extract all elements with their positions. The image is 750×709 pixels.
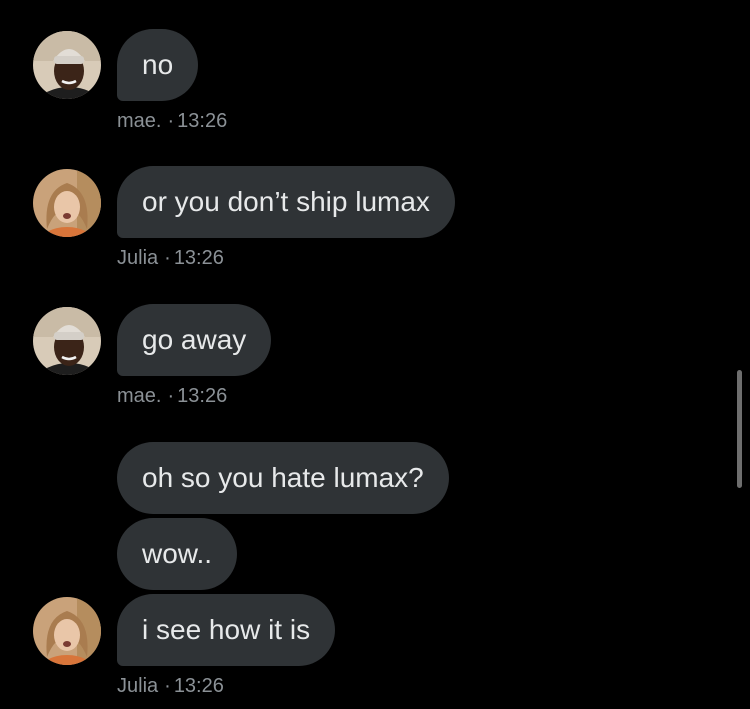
message-meta: Julia · 13:26 <box>117 247 224 270</box>
sender-name[interactable]: mae. <box>117 110 161 132</box>
meta-separator: · <box>164 675 171 697</box>
message-meta: mae. · 13:26 <box>117 385 227 408</box>
message-text: i see how it is <box>142 614 311 645</box>
message-meta: mae. · 13:26 <box>117 110 227 133</box>
sender-name[interactable]: Julia <box>117 675 158 697</box>
meta-separator: · <box>167 110 175 132</box>
message-bubble[interactable]: go away <box>117 304 272 376</box>
avatar-mae[interactable] <box>33 31 101 99</box>
avatar-mae[interactable] <box>33 307 101 375</box>
message-meta: Julia · 13:26 <box>117 675 224 698</box>
message-bubble[interactable]: or you don’t ship lumax <box>117 166 455 238</box>
message-text: go away <box>142 324 247 355</box>
meta-separator: · <box>167 385 175 407</box>
message-text: wow.. <box>142 538 213 569</box>
message-bubble[interactable]: wow.. <box>117 518 238 590</box>
message-bubble[interactable]: oh so you hate lumax? <box>117 442 449 514</box>
sender-name[interactable]: Julia <box>117 247 158 269</box>
message-time: 13:26 <box>177 385 228 407</box>
message-text: no <box>142 49 174 80</box>
message-text: oh so you hate lumax? <box>142 462 424 493</box>
message-time: 13:26 <box>173 247 224 269</box>
message-bubble[interactable]: i see how it is <box>117 594 336 666</box>
sender-name[interactable]: mae. <box>117 385 161 407</box>
message-time: 13:26 <box>173 675 224 697</box>
avatar-julia[interactable] <box>33 169 101 237</box>
message-text: or you don’t ship lumax <box>142 186 430 217</box>
meta-separator: · <box>164 247 171 269</box>
avatar-julia[interactable] <box>33 597 101 665</box>
message-bubble[interactable]: no <box>117 29 199 101</box>
message-time: 13:26 <box>177 110 228 132</box>
scrollbar-thumb[interactable] <box>737 370 742 488</box>
